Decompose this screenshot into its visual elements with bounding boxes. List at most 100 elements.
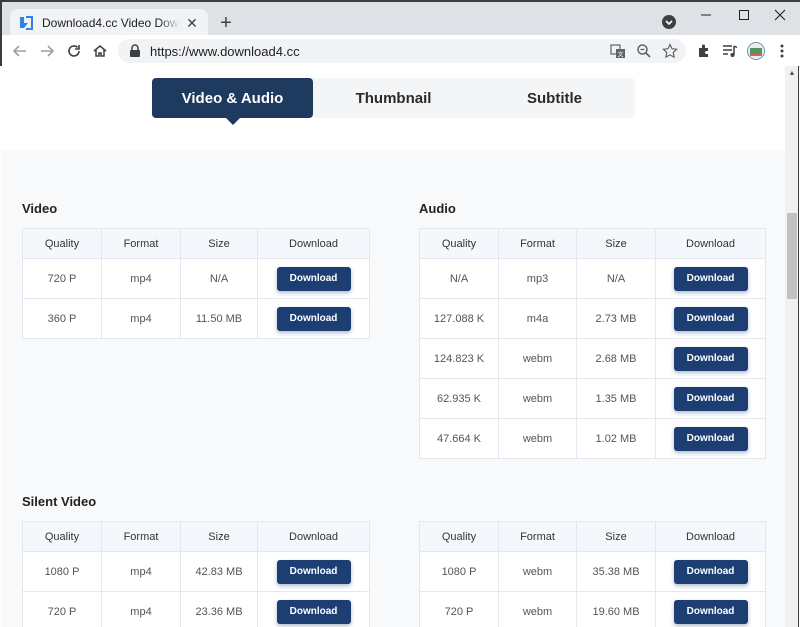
quality-cell: 124.823 K <box>419 338 499 379</box>
table-row: 720 P webm 19.60 MB Download <box>419 591 766 627</box>
back-arrow-icon[interactable] <box>10 41 30 61</box>
silent-video-section-title: Silent Video <box>22 494 97 509</box>
col-format: Format <box>101 228 181 259</box>
col-format: Format <box>498 521 577 552</box>
size-cell: 11.50 MB <box>180 298 258 339</box>
audio-section-title: Audio <box>419 201 456 216</box>
format-cell: webm <box>498 378 577 419</box>
size-cell: 42.83 MB <box>180 551 258 592</box>
table-header: Quality Format Size Download <box>419 228 766 259</box>
lock-icon[interactable] <box>128 44 142 58</box>
download4-favicon-icon <box>18 15 34 31</box>
silent-video-table-webm: Quality Format Size Download 1080 P webm… <box>419 521 766 627</box>
quality-cell: 720 P <box>22 591 102 627</box>
table-header: Quality Format Size Download <box>22 521 370 552</box>
size-cell: N/A <box>576 258 656 299</box>
col-download: Download <box>655 228 766 259</box>
browser-window: Download4.cc Video Downloader ✕ + <box>0 0 800 67</box>
table-header: Quality Format Size Download <box>22 228 370 259</box>
tab-title: Download4.cc Video Downloader <box>42 16 180 30</box>
size-cell: 1.02 MB <box>576 418 656 459</box>
forward-arrow-icon[interactable] <box>37 41 57 61</box>
col-download: Download <box>257 521 370 552</box>
download-button[interactable]: Download <box>276 306 351 331</box>
size-cell: N/A <box>180 258 258 299</box>
download-button[interactable]: Download <box>673 306 748 331</box>
url-text[interactable]: https://www.download4.cc <box>150 44 300 59</box>
format-cell: mp3 <box>498 258 577 299</box>
hero-panel: Video & Audio Thumbnail Subtitle <box>1 66 785 150</box>
download-button[interactable]: Download <box>276 266 351 291</box>
browser-toolbar: https://www.download4.cc 文 <box>1 35 800 67</box>
col-download: Download <box>257 228 370 259</box>
download-button[interactable]: Download <box>673 266 748 291</box>
download-button[interactable]: Download <box>276 559 351 584</box>
col-quality: Quality <box>419 228 499 259</box>
format-cell: webm <box>498 591 577 627</box>
col-size: Size <box>576 521 656 552</box>
size-cell: 2.73 MB <box>576 298 656 339</box>
quality-cell: 1080 P <box>419 551 499 592</box>
table-row: 47.664 K webm 1.02 MB Download <box>419 418 766 459</box>
audio-table: Quality Format Size Download N/A mp3 N/A… <box>419 228 766 459</box>
reload-icon[interactable] <box>64 41 84 61</box>
profile-icon[interactable] <box>747 42 765 60</box>
size-cell: 2.68 MB <box>576 338 656 379</box>
tab-video-audio[interactable]: Video & Audio <box>152 78 313 125</box>
quality-cell: 360 P <box>22 298 102 339</box>
format-cell: webm <box>498 551 577 592</box>
quality-cell: 127.088 K <box>419 298 499 339</box>
download-button[interactable]: Download <box>673 386 748 411</box>
browser-tab[interactable]: Download4.cc Video Downloader ✕ <box>10 9 208 37</box>
minimize-icon[interactable] <box>694 6 718 24</box>
scroll-up-arrow-icon[interactable]: ▲ <box>785 66 799 80</box>
format-cell: m4a <box>498 298 577 339</box>
format-cell: mp4 <box>101 591 181 627</box>
zoom-icon[interactable] <box>636 43 652 59</box>
quality-cell: 47.664 K <box>419 418 499 459</box>
menu-icon[interactable] <box>774 43 790 59</box>
page-scrollbar[interactable]: ▲ <box>785 66 799 627</box>
video-section-title: Video <box>22 201 58 216</box>
page-viewport: Video & Audio Thumbnail Subtitle Video Q… <box>1 66 785 627</box>
download-button[interactable]: Download <box>673 346 748 371</box>
col-size: Size <box>576 228 656 259</box>
new-tab-button[interactable]: + <box>216 12 236 34</box>
quality-cell: 1080 P <box>22 551 102 592</box>
scroll-thumb[interactable] <box>787 213 797 299</box>
quality-cell: 720 P <box>419 591 499 627</box>
media-icon[interactable] <box>722 43 738 59</box>
size-cell: 35.38 MB <box>576 551 656 592</box>
table-row: N/A mp3 N/A Download <box>419 258 766 299</box>
size-cell: 23.36 MB <box>180 591 258 627</box>
table-row: 720 P mp4 23.36 MB Download <box>22 591 370 627</box>
download-button[interactable]: Download <box>673 599 748 624</box>
col-quality: Quality <box>419 521 499 552</box>
home-icon[interactable] <box>90 41 110 61</box>
tab-subtitle[interactable]: Subtitle <box>474 78 635 118</box>
table-row: 360 P mp4 11.50 MB Download <box>22 298 370 339</box>
maximize-icon[interactable] <box>732 6 756 24</box>
table-row: 720 P mp4 N/A Download <box>22 258 370 299</box>
tab-search-icon[interactable] <box>661 14 677 30</box>
star-icon[interactable] <box>662 43 678 59</box>
address-bar[interactable]: https://www.download4.cc 文 <box>118 39 686 63</box>
col-download: Download <box>655 521 766 552</box>
tab-close-icon[interactable]: ✕ <box>184 15 200 31</box>
translate-icon[interactable]: 文 <box>610 43 626 59</box>
download-button[interactable]: Download <box>673 426 748 451</box>
download-button[interactable]: Download <box>276 599 351 624</box>
silent-video-table: Quality Format Size Download 1080 P mp4 … <box>22 521 370 627</box>
size-cell: 1.35 MB <box>576 378 656 419</box>
quality-cell: 62.935 K <box>419 378 499 419</box>
format-cell: mp4 <box>101 298 181 339</box>
close-window-icon[interactable] <box>768 6 792 24</box>
col-quality: Quality <box>22 228 102 259</box>
col-size: Size <box>180 228 258 259</box>
tab-strip: Download4.cc Video Downloader ✕ + <box>1 1 800 37</box>
type-tabs: Video & Audio Thumbnail Subtitle <box>152 78 635 125</box>
tab-thumbnail[interactable]: Thumbnail <box>313 78 474 118</box>
extensions-icon[interactable] <box>696 43 712 59</box>
download-button[interactable]: Download <box>673 559 748 584</box>
svg-text:文: 文 <box>617 51 623 59</box>
